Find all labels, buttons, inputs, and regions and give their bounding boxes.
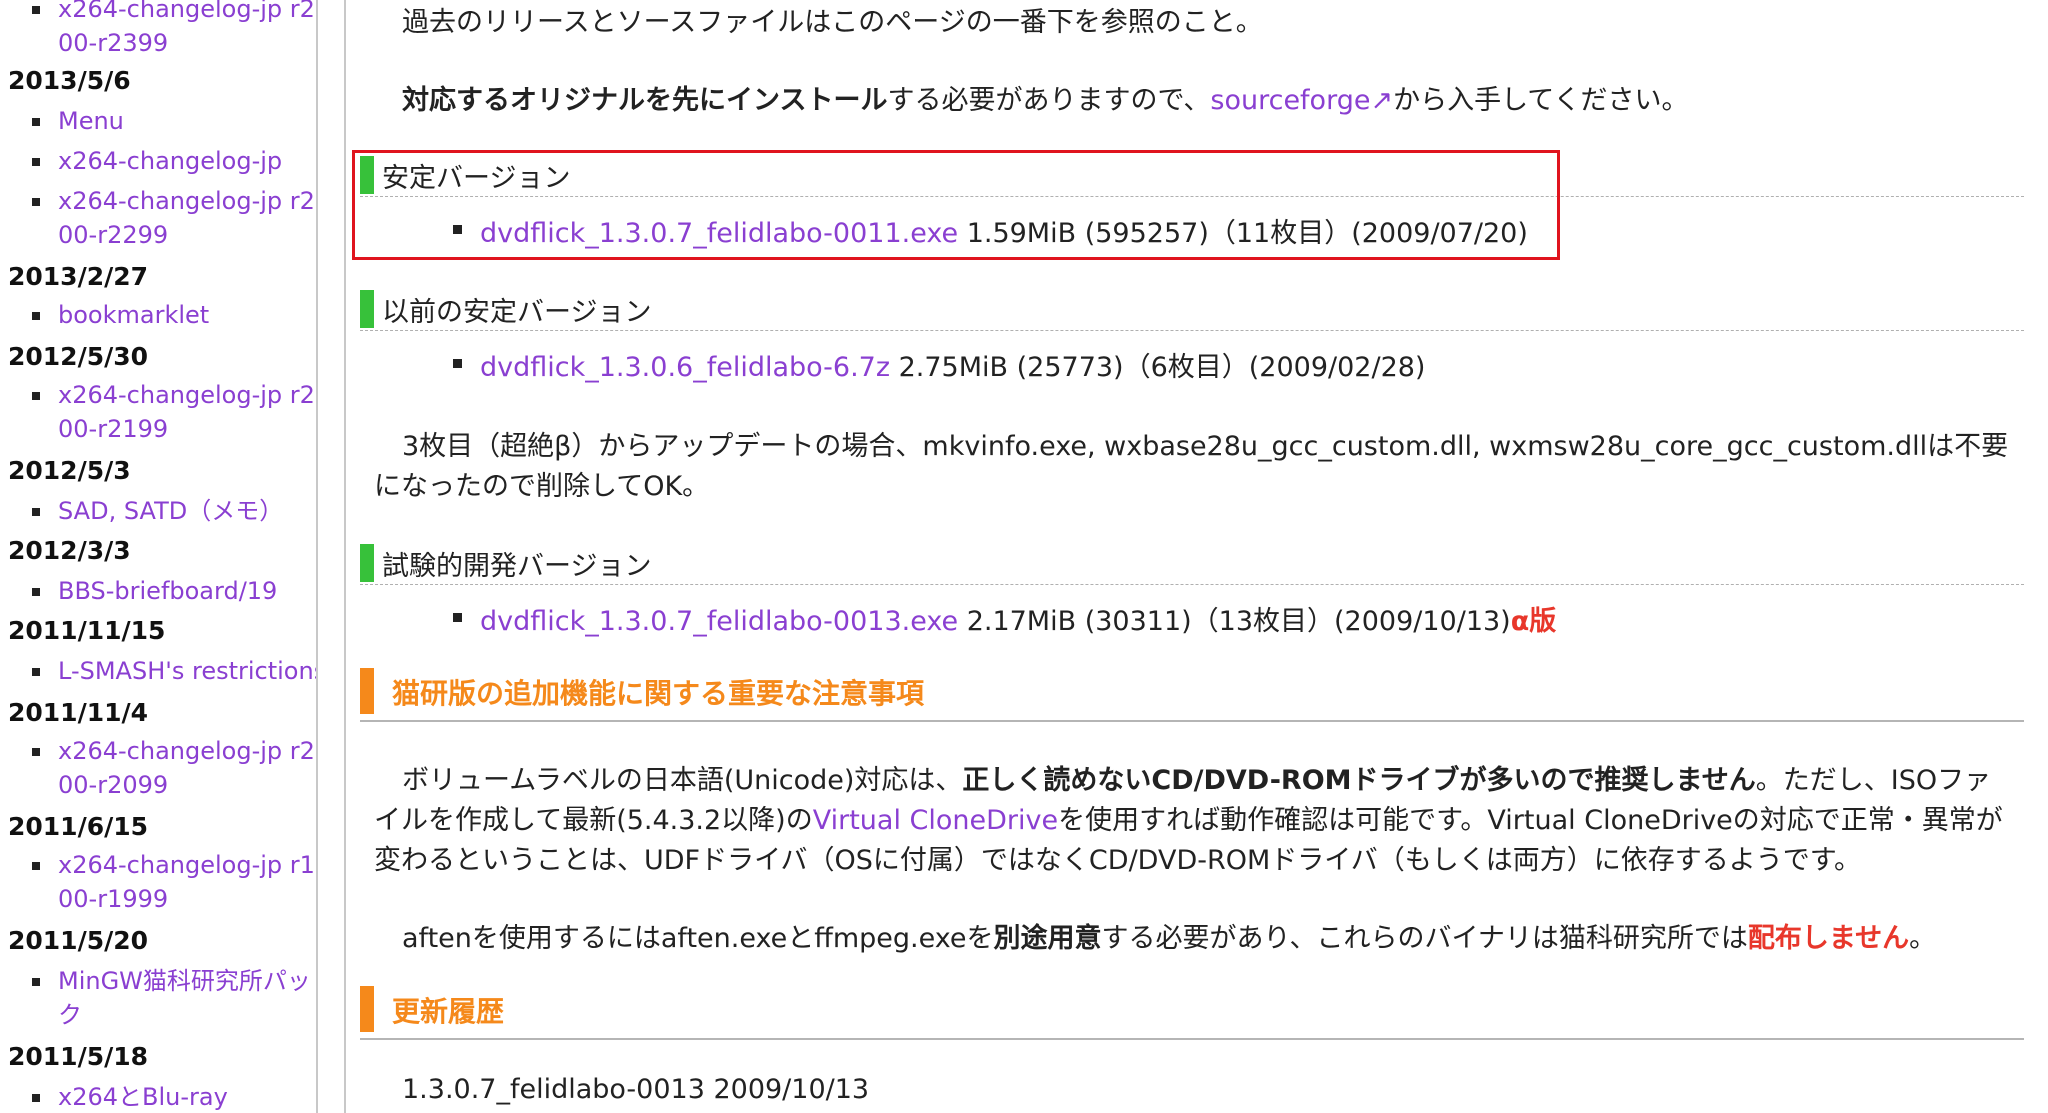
- sidebar-date: 2011/11/15: [8, 616, 166, 645]
- volume-label-note-line3: 変わるということは、UDFドライバ（OSに付属）ではなくCD/DVD-ROMドラ…: [374, 845, 1862, 876]
- heading-text: 猫研版の追加機能に関する重要な注意事項: [392, 677, 925, 710]
- experimental-download-link[interactable]: dvdflick_1.3.0.7_felidlabo-0013.exe: [480, 606, 958, 637]
- prev-stable-file-info: 2.75MiB (25773)（6枚目）(2009/02/28): [890, 352, 1426, 383]
- sidebar-date: 2011/5/20: [8, 926, 149, 955]
- sidebar-link-cont[interactable]: 00-r2399: [58, 26, 316, 60]
- sourceforge-link[interactable]: sourceforge↗: [1210, 85, 1393, 116]
- green-heading-bar: [360, 290, 374, 328]
- intro-text: 過去のリリースとソースファイルはこのページの一番下を参照のこと。: [402, 7, 1263, 38]
- bullet: [453, 613, 462, 622]
- red-warning: 配布しません: [1747, 923, 1910, 954]
- experimental-file-info: 2.17MiB (30311)（13枚目）(2009/10/13): [958, 606, 1511, 637]
- sidebar-recent-updates: x264-changelog-jp r23 00-r2399 2013/5/6 …: [0, 0, 318, 1113]
- heading-update-history: 更新履歴: [360, 982, 2024, 1040]
- bullet: [32, 668, 40, 676]
- sidebar-link[interactable]: x264-changelog-jp r22: [58, 184, 316, 218]
- sidebar-link[interactable]: x264-changelog-jp: [58, 144, 316, 178]
- bullet: [32, 392, 40, 400]
- sidebar-date: 2011/6/15: [8, 812, 149, 841]
- sidebar-link[interactable]: x264-changelog-jp r20: [58, 734, 316, 768]
- heading-text: 更新履歴: [392, 995, 505, 1028]
- text: aftenを使用するにはaften.exeとffmpeg.exeを: [402, 923, 994, 954]
- heading-important-notes: 猫研版の追加機能に関する重要な注意事項: [360, 664, 2024, 722]
- volume-label-note-line1: ボリュームラベルの日本語(Unicode)対応は、正しく読めないCD/DVD-R…: [402, 758, 1991, 797]
- sidebar-date: 2011/11/4: [8, 698, 149, 727]
- sidebar-link[interactable]: Menu: [58, 104, 316, 138]
- text: を使用すれば動作確認は可能です。Virtual CloneDriveの対応で正常…: [1058, 805, 2003, 836]
- sidebar-link-cont[interactable]: ク: [58, 998, 316, 1032]
- sidebar-link[interactable]: MinGW猫科研究所パッ: [58, 964, 316, 998]
- text: する必要があり、これらのバイナリは猫科研究所では: [1101, 923, 1748, 954]
- sidebar-date: 2012/5/30: [8, 342, 149, 371]
- sidebar-link[interactable]: SAD, SATD（メモ）: [58, 494, 316, 528]
- bold-text: 別途用意: [993, 923, 1102, 954]
- update-note-line2: になったので削除してOK。: [374, 471, 710, 502]
- install-note-bold: 対応するオリジナルを先にインストール: [402, 85, 888, 116]
- install-note-end: から入手してください。: [1393, 85, 1689, 116]
- text: ボリュームラベルの日本語(Unicode)対応は、: [402, 765, 963, 796]
- install-note-mid: する必要がありますので、: [887, 85, 1211, 116]
- bullet: [32, 748, 40, 756]
- bullet: [32, 198, 40, 206]
- sidebar-date: 2011/5/18: [8, 1042, 149, 1071]
- bullet: [32, 978, 40, 986]
- bullet: [453, 359, 462, 368]
- bullet: [32, 312, 40, 320]
- bullet: [32, 588, 40, 596]
- green-heading-bar: [360, 544, 374, 582]
- bullet: [32, 508, 40, 516]
- bullet: [32, 118, 40, 126]
- experimental-download-item: dvdflick_1.3.0.7_felidlabo-0013.exe 2.17…: [480, 599, 1556, 638]
- sidebar-link[interactable]: x264とBlu-ray: [58, 1080, 316, 1113]
- bullet: [32, 6, 40, 14]
- history-entry: 1.3.0.7_felidlabo-0013 2009/10/13: [402, 1074, 870, 1105]
- bold-warning: 正しく読めないCD/DVD-ROMドライブが多いので推奨しません: [962, 765, 1756, 796]
- sidebar-link[interactable]: x264-changelog-jp r19: [58, 848, 316, 882]
- aften-note: aftenを使用するにはaften.exeとffmpeg.exeを別途用意する必…: [402, 916, 1936, 955]
- highlight-box: [352, 150, 1560, 260]
- sidebar-date: 2013/2/27: [8, 262, 149, 291]
- sidebar-link[interactable]: x264-changelog-jp r21: [58, 378, 316, 412]
- sidebar-link-cont[interactable]: 00-r2199: [58, 412, 316, 446]
- orange-heading-bar: [360, 986, 374, 1032]
- sidebar-link[interactable]: L-SMASH's restrictions: [58, 654, 316, 688]
- alpha-badge: α版: [1510, 606, 1557, 637]
- update-note-line1: 3枚目（超絶β）からアップデートの場合、mkvinfo.exe, wxbase2…: [402, 431, 2009, 462]
- prev-stable-download-link[interactable]: dvdflick_1.3.0.6_felidlabo-6.7z: [480, 352, 890, 383]
- virtual-clonedrive-link[interactable]: Virtual CloneDrive: [813, 805, 1058, 836]
- sidebar-date: 2013/5/6: [8, 66, 131, 95]
- sidebar-link-cont[interactable]: 00-r2299: [58, 218, 316, 252]
- orange-heading-bar: [360, 668, 374, 714]
- sidebar-link[interactable]: x264-changelog-jp r23: [58, 0, 316, 26]
- install-note: 対応するオリジナルを先にインストールする必要がありますので、sourceforg…: [402, 78, 1688, 117]
- heading-experimental: 試験的開発バージョン: [360, 538, 2024, 585]
- text: 。ただし、ISOファ: [1755, 765, 1992, 796]
- bullet: [32, 1094, 40, 1102]
- sidebar-date: 2012/3/3: [8, 536, 131, 565]
- sidebar-link[interactable]: bookmarklet: [58, 298, 316, 332]
- bullet: [32, 158, 40, 166]
- text: イルを作成して最新(5.4.3.2以降)の: [374, 805, 813, 836]
- volume-label-note-line2: イルを作成して最新(5.4.3.2以降)のVirtual CloneDriveを…: [374, 798, 2003, 837]
- prev-stable-download-item: dvdflick_1.3.0.6_felidlabo-6.7z 2.75MiB …: [480, 345, 1425, 384]
- text: 。: [1909, 923, 1937, 954]
- sidebar-link-cont[interactable]: 00-r2099: [58, 768, 316, 802]
- bullet: [32, 862, 40, 870]
- sidebar-date: 2012/5/3: [8, 456, 131, 485]
- sidebar-link-cont[interactable]: 00-r1999: [58, 882, 316, 916]
- heading-text: 以前の安定バージョン: [382, 297, 652, 328]
- heading-text: 試験的開発バージョン: [382, 551, 652, 582]
- heading-previous-stable: 以前の安定バージョン: [360, 284, 2024, 331]
- sidebar-link[interactable]: BBS-briefboard/19: [58, 574, 316, 608]
